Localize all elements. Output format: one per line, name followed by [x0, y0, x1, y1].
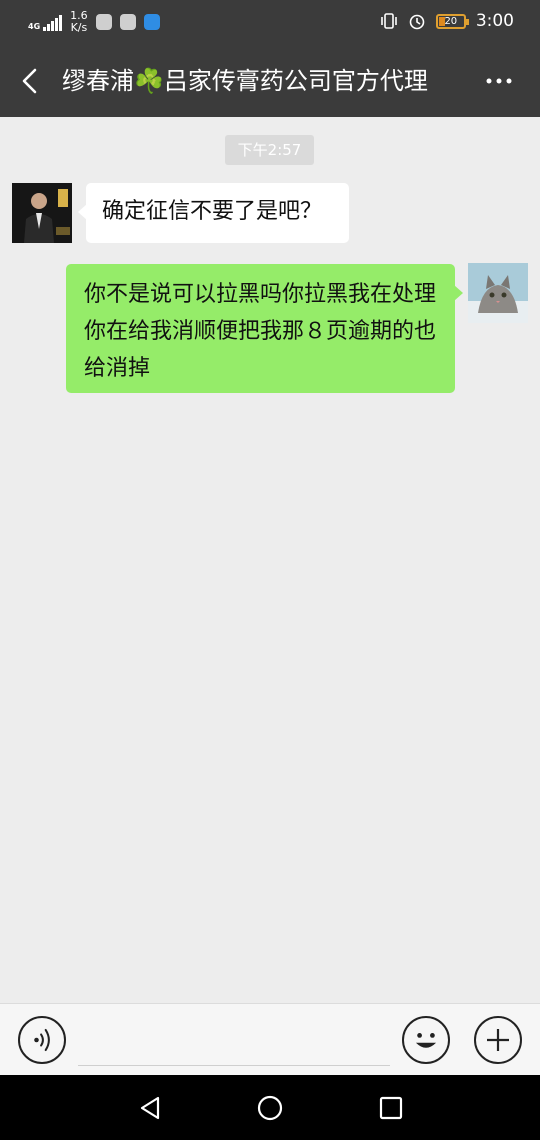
message-bubble-sent[interactable]: 你不是说可以拉黑吗你拉黑我在处理你在给我消顺便把我那８页逾期的也给消掉: [66, 264, 463, 393]
status-left: 4G 1.6 K/s: [28, 10, 160, 34]
chat-title: 缪春浦☘️吕家传膏药公司官方代理: [62, 67, 428, 95]
vibrate-icon: [381, 13, 397, 29]
app-icon: [143, 14, 160, 30]
signal-icon: 4G: [28, 13, 63, 31]
nav-home-icon[interactable]: [255, 1093, 285, 1123]
plus-icon[interactable]: [474, 1016, 522, 1064]
battery-level: 20: [444, 15, 458, 27]
status-time: 3:00: [475, 11, 514, 31]
emoji-icon[interactable]: [402, 1016, 450, 1064]
back-arrow-icon[interactable]: [18, 66, 44, 96]
more-icon[interactable]: [484, 68, 514, 94]
my-avatar[interactable]: [468, 263, 528, 323]
network-type: 4G: [28, 22, 41, 31]
message-input[interactable]: [78, 1020, 390, 1066]
net-speed: 1.6 K/s: [70, 10, 88, 34]
battery-icon: 20: [435, 13, 469, 29]
contact-avatar[interactable]: [12, 183, 72, 243]
message-bubble-received[interactable]: 确定征信不要了是吧？: [78, 183, 349, 243]
input-bar: [0, 1003, 540, 1075]
voice-icon[interactable]: [18, 1016, 66, 1064]
navigation-bar: [0, 1075, 540, 1140]
net-speed-unit: K/s: [70, 21, 88, 34]
status-bar: 4G 1.6 K/s 20 3:00: [0, 0, 540, 46]
app-icon: [95, 14, 112, 30]
nav-back-icon[interactable]: [136, 1093, 166, 1123]
status-right: 20 3:00: [380, 11, 514, 31]
alarm-icon: [409, 14, 425, 30]
nav-recent-icon[interactable]: [376, 1093, 406, 1123]
message-time: 下午2:57: [225, 135, 314, 165]
chat-area[interactable]: 下午2:57 确定征信不要了是吧？ 你不是说可以拉黑吗你拉黑我在处理你在给我消顺…: [0, 117, 540, 1003]
app-icon: [119, 14, 136, 30]
chat-header: 缪春浦☘️吕家传膏药公司官方代理: [0, 46, 540, 117]
